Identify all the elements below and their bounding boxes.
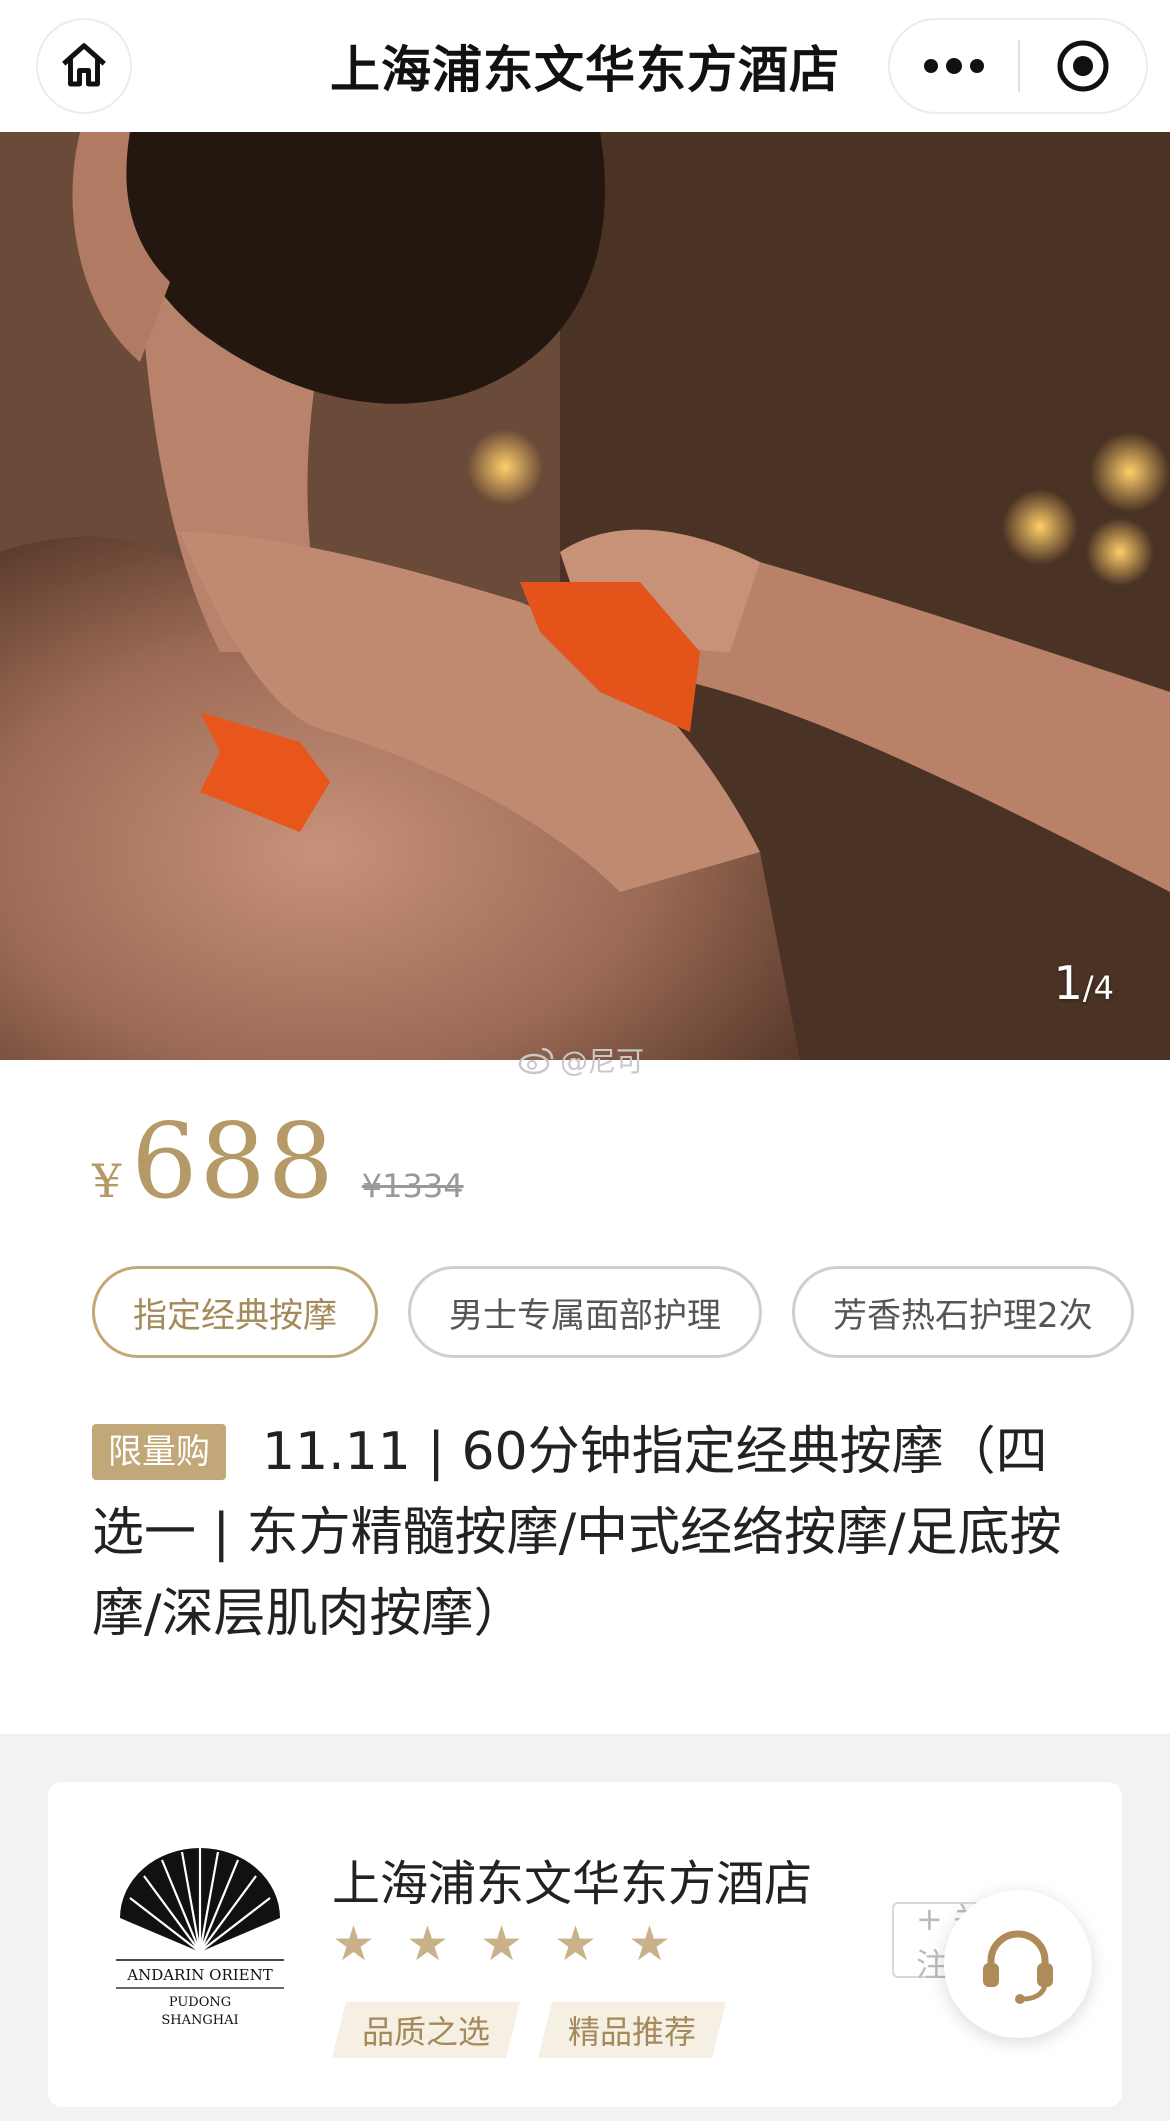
shop-tags: 品质之选 精品推荐 xyxy=(332,2002,726,2058)
navigation-bar: 上海浦东文华东方酒店 xyxy=(0,0,1170,132)
price-currency: ¥ xyxy=(92,1154,122,1208)
svg-text:SHANGHAI: SHANGHAI xyxy=(161,2013,238,2028)
weibo-icon xyxy=(518,1047,554,1075)
product-image-carousel[interactable]: 1/4 xyxy=(0,132,1170,1060)
star-icon: ★ xyxy=(628,1916,672,1972)
more-button[interactable] xyxy=(890,20,1018,112)
close-button[interactable] xyxy=(1020,20,1146,112)
svg-text:PUDONG: PUDONG xyxy=(169,1995,231,2010)
image-counter: 1/4 xyxy=(1054,956,1114,1010)
hotel-logo: ANDARIN ORIENT PUDONG SHANGHAI xyxy=(116,1848,284,2028)
star-icon: ★ xyxy=(406,1916,450,1972)
star-icon: ★ xyxy=(332,1916,376,1972)
option-selector: 指定经典按摩 男士专属面部护理 芳香热石护理2次 xyxy=(92,1266,1134,1358)
mini-program-capsule xyxy=(888,18,1148,114)
shop-name[interactable]: 上海浦东文华东方酒店 xyxy=(332,1844,812,1914)
close-icon xyxy=(1057,40,1109,92)
product-title: 限量购 11.11 | 60分钟指定经典按摩（四选一 | 东方精髓按摩/中式经络按… xyxy=(92,1412,1092,1655)
shop-tag: 品质之选 xyxy=(332,2002,520,2058)
customer-service-button[interactable] xyxy=(944,1890,1092,2038)
more-icon xyxy=(924,58,984,74)
headset-icon xyxy=(983,1930,1053,2004)
shop-tag: 精品推荐 xyxy=(538,2002,726,2058)
original-price: ¥1334 xyxy=(361,1167,464,1205)
shop-rating: ★ ★ ★ ★ ★ xyxy=(332,1916,672,1972)
svg-text:ANDARIN ORIENT: ANDARIN ORIENT xyxy=(126,1966,273,1984)
watermark-text: @尼可 xyxy=(560,1045,645,1078)
image-counter-current: 1 xyxy=(1053,956,1083,1010)
price-amount: 688 xyxy=(131,1100,336,1222)
massage-photo xyxy=(0,132,1170,1060)
star-icon: ★ xyxy=(554,1916,598,1972)
price-row: ¥ 688 ¥1334 xyxy=(92,1100,464,1222)
weibo-watermark: @尼可 xyxy=(518,1040,644,1080)
star-icon: ★ xyxy=(480,1916,524,1972)
limited-badge: 限量购 xyxy=(92,1424,226,1480)
option-chip[interactable]: 芳香热石护理2次 xyxy=(792,1266,1134,1358)
image-counter-total: /4 xyxy=(1082,969,1114,1007)
option-chip[interactable]: 指定经典按摩 xyxy=(92,1266,378,1358)
product-title-text: 11.11 | 60分钟指定经典按摩（四选一 | 东方精髓按摩/中式经络按摩/足… xyxy=(92,1422,1062,1644)
option-chip[interactable]: 男士专属面部护理 xyxy=(408,1266,762,1358)
